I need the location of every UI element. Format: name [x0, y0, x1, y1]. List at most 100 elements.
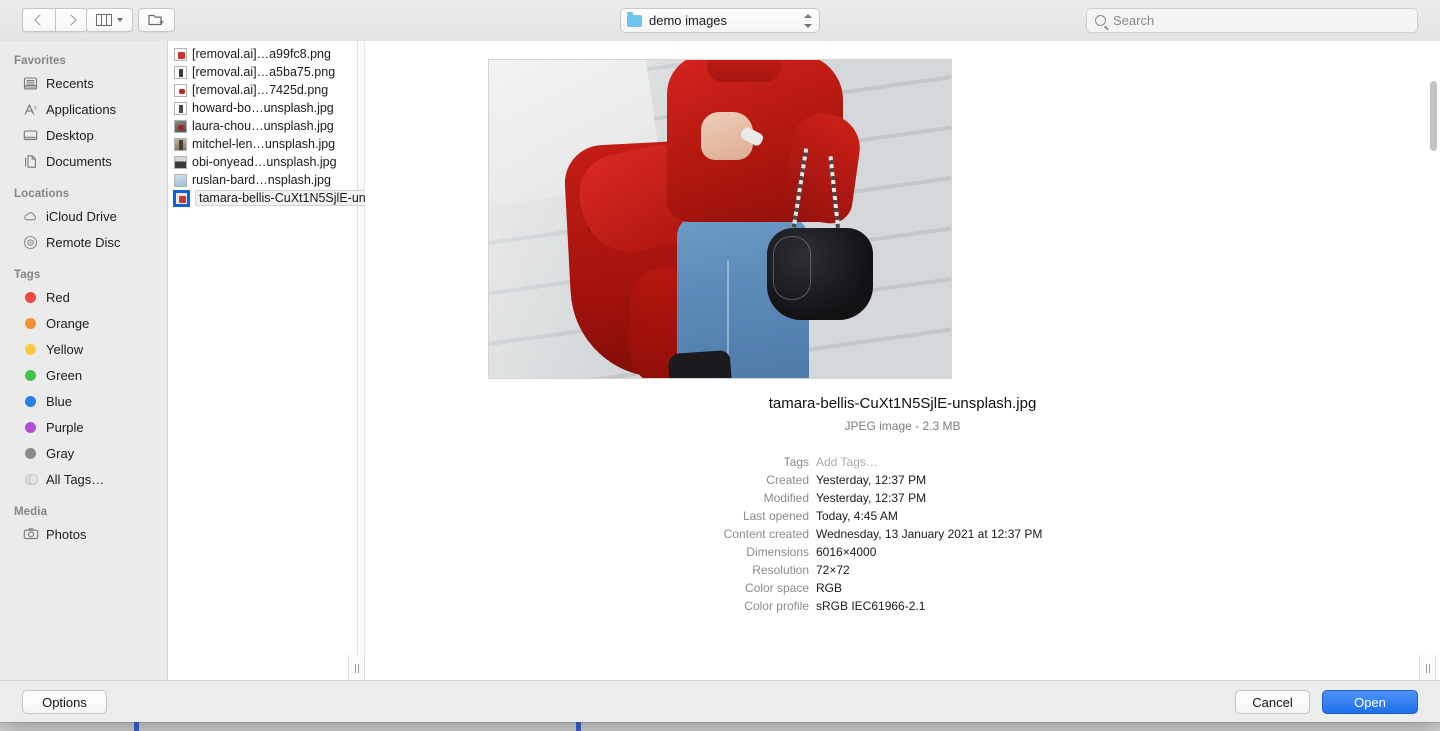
metadata-row-content-created: Content created Wednesday, 13 January 20…: [365, 525, 1440, 543]
metadata-row-dimensions: Dimensions 6016×4000: [365, 543, 1440, 561]
sidebar-item-photos[interactable]: Photos: [0, 521, 167, 547]
disc-icon: [22, 234, 39, 251]
preview-sweater-neck: [707, 60, 781, 82]
desktop-icon: [22, 127, 39, 144]
add-tags-field[interactable]: Add Tags…: [816, 453, 878, 471]
sidebar-item-desktop[interactable]: Desktop: [0, 122, 167, 148]
file-list-item-selected[interactable]: tamara-bellis-CuXt1N5SjlE-unsplash.jpg: [168, 189, 427, 207]
file-list-item[interactable]: mitchel-len…unsplash.jpg: [168, 135, 357, 153]
sidebar-item-icloud-drive[interactable]: iCloud Drive: [0, 203, 167, 229]
metadata-label: Modified: [763, 491, 809, 505]
sidebar-item-label: Recents: [46, 75, 94, 91]
back-button[interactable]: [22, 8, 55, 32]
folder-icon: [627, 12, 642, 27]
sidebar-item-label: Applications: [46, 101, 117, 117]
file-name: mitchel-len…unsplash.jpg: [192, 137, 336, 151]
metadata-value: RGB: [816, 581, 843, 595]
file-name: [removal.ai]…7425d.png: [192, 83, 329, 97]
sidebar-item-label: Purple: [46, 419, 84, 435]
file-list-item[interactable]: [removal.ai]…a99fc8.png: [168, 45, 357, 63]
sidebar-item-tag-gray[interactable]: Gray: [0, 440, 167, 466]
sidebar-item-label: Gray: [46, 445, 75, 461]
metadata-label: Color space: [744, 581, 809, 595]
sidebar-item-applications[interactable]: Applications: [0, 96, 167, 122]
metadata-row-created: Created Yesterday, 12:37 PM: [365, 471, 1440, 489]
sidebar-item-tag-purple[interactable]: Purple: [0, 414, 167, 440]
metadata-row-resolution: Resolution 72×72: [365, 561, 1440, 579]
metadata-row-color-space: Color space RGB: [365, 579, 1440, 597]
sidebar-item-remote-disc[interactable]: Remote Disc: [0, 229, 167, 255]
preview-boot: [667, 349, 733, 378]
column-spacer: [358, 41, 365, 681]
file-thumbnail-icon: [174, 173, 187, 187]
file-list-item[interactable]: obi-onyead…unsplash.jpg: [168, 153, 357, 171]
sidebar-item-label: Remote Disc: [46, 234, 121, 250]
open-file-dialog: demo images Search Favorites Recents App…: [0, 0, 1440, 722]
file-thumbnail-icon: [174, 155, 187, 169]
metadata-list: Tags Add Tags… Created Yesterday, 12:37 …: [365, 453, 1440, 615]
tag-dot-icon: [22, 445, 39, 462]
sidebar-item-label: Desktop: [46, 127, 94, 143]
background-marker: [134, 722, 139, 731]
new-folder-icon: [148, 14, 164, 26]
metadata-value: 6016×4000: [816, 545, 877, 559]
dialog-body: Favorites Recents Applications Desktop D…: [0, 41, 1440, 681]
file-name: ruslan-bard…nsplash.jpg: [192, 173, 331, 187]
metadata-label: Color profile: [744, 599, 809, 613]
preview-handbag-detail: [773, 236, 811, 300]
tag-dot-icon: [22, 289, 39, 306]
all-tags-icon: [22, 471, 39, 488]
new-folder-button[interactable]: [138, 8, 175, 32]
sidebar-item-tag-orange[interactable]: Orange: [0, 310, 167, 336]
dialog-footer: Options Cancel Open: [0, 680, 1440, 722]
file-list[interactable]: [removal.ai]…a99fc8.png [removal.ai]…a5b…: [168, 41, 427, 681]
sidebar-item-recents[interactable]: Recents: [0, 70, 167, 96]
file-list-item[interactable]: [removal.ai]…a5ba75.png: [168, 63, 357, 81]
forward-button[interactable]: [55, 8, 88, 32]
metadata-row-last-opened: Last opened Today, 4:45 AM: [365, 507, 1440, 525]
metadata-value: 72×72: [816, 563, 850, 577]
screen: demo images Search Favorites Recents App…: [0, 0, 1440, 731]
search-field[interactable]: Search: [1086, 8, 1418, 33]
tag-dot-icon: [22, 393, 39, 410]
open-button[interactable]: Open: [1322, 690, 1418, 714]
search-icon: [1095, 15, 1106, 26]
file-name: laura-chou…unsplash.jpg: [192, 119, 334, 133]
vertical-scrollbar[interactable]: [1430, 81, 1437, 151]
preview-file-subtitle: JPEG image - 2.3 MB: [844, 419, 961, 433]
metadata-label: Content created: [723, 527, 809, 541]
tag-dot-icon: [22, 367, 39, 384]
view-mode-button[interactable]: [86, 8, 133, 32]
file-thumbnail-icon: [174, 47, 187, 61]
sidebar-item-tag-blue[interactable]: Blue: [0, 388, 167, 414]
sidebar-item-tag-yellow[interactable]: Yellow: [0, 336, 167, 362]
column-view-icon: [96, 14, 112, 26]
column-resize-handle[interactable]: [1419, 655, 1436, 681]
sidebar-item-tag-green[interactable]: Green: [0, 362, 167, 388]
preview-file-title: tamara-bellis-CuXt1N5SjlE-unsplash.jpg: [768, 395, 1037, 412]
path-dropdown[interactable]: demo images: [620, 8, 820, 33]
file-list-item[interactable]: howard-bo…unsplash.jpg: [168, 99, 357, 117]
chevron-right-icon: [64, 14, 77, 26]
sidebar-item-tag-red[interactable]: Red: [0, 284, 167, 310]
file-list-item[interactable]: [removal.ai]…7425d.png: [168, 81, 357, 99]
path-label: demo images: [649, 13, 728, 28]
file-thumbnail-icon: [174, 101, 187, 115]
sidebar[interactable]: Favorites Recents Applications Desktop D…: [0, 41, 168, 681]
file-list-item[interactable]: ruslan-bard…nsplash.jpg: [168, 171, 357, 189]
column-resize-handle[interactable]: [348, 655, 365, 681]
metadata-label: Last opened: [742, 509, 809, 523]
file-list-item[interactable]: laura-chou…unsplash.jpg: [168, 117, 357, 135]
stepper-updown-icon[interactable]: [803, 13, 813, 29]
tag-dot-icon: [22, 315, 39, 332]
sidebar-item-label: Red: [46, 289, 70, 305]
options-button[interactable]: Options: [22, 690, 107, 714]
sidebar-item-label: iCloud Drive: [46, 208, 117, 224]
metadata-row-color-profile: Color profile sRGB IEC61966-2.1: [365, 597, 1440, 615]
cancel-button[interactable]: Cancel: [1235, 690, 1310, 714]
sidebar-item-documents[interactable]: Documents: [0, 148, 167, 174]
sidebar-item-all-tags[interactable]: All Tags…: [0, 466, 167, 492]
file-thumbnail-icon: [173, 189, 190, 207]
column-browser: [removal.ai]…a99fc8.png [removal.ai]…a5b…: [168, 41, 1440, 681]
sidebar-item-label: Photos: [46, 526, 87, 542]
